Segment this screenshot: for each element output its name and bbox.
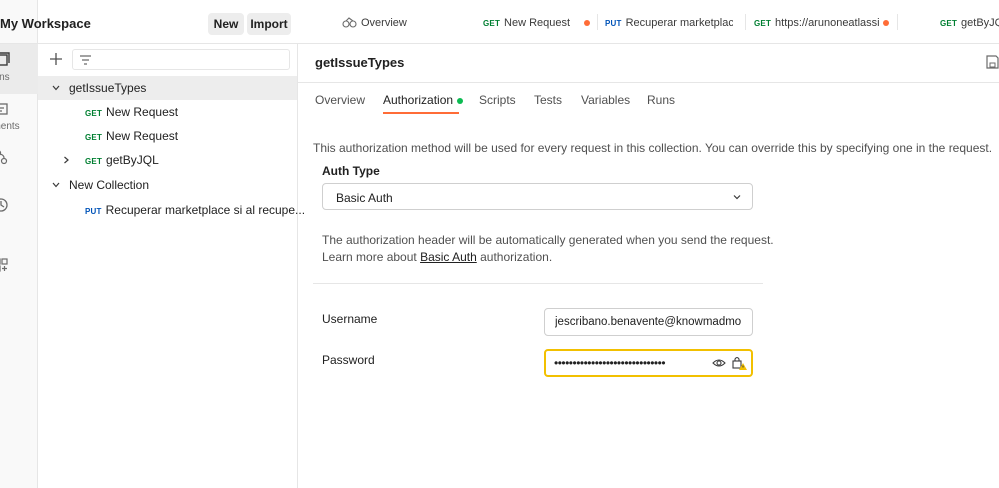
method-badge: GET <box>85 133 103 142</box>
auth-info-line: The authorization header will be automat… <box>322 233 774 247</box>
password-field[interactable]: •••••••••••••••••••••••••••••• <box>544 349 753 377</box>
method-badge: GET <box>940 19 958 28</box>
tree-collection-getissuetypes[interactable]: getIssueTypes <box>38 76 297 100</box>
method-badge: PUT <box>605 19 622 28</box>
tree-label: Recuperar marketplace si al recupe... <box>105 203 306 217</box>
sidebar-search-input[interactable] <box>72 49 290 70</box>
tab-arunoneatlassian[interactable]: GET https://arunoneatlassia <box>754 0 880 44</box>
tree-label: New Request <box>106 129 179 143</box>
flows-icon <box>0 150 8 165</box>
auth-learn-more: Learn more about Basic Auth authorizatio… <box>322 250 552 264</box>
apps-icon <box>0 258 8 272</box>
workspace-title[interactable]: My Workspace <box>0 16 91 31</box>
method-badge: GET <box>85 157 103 166</box>
tree-label: New Collection <box>69 178 150 192</box>
page-title[interactable]: getIssueTypes <box>315 55 404 70</box>
password-value: •••••••••••••••••••••••••••••• <box>554 356 666 370</box>
title-divider <box>298 82 999 83</box>
chevron-down-icon <box>733 195 741 200</box>
rail-item-environments[interactable]: ronments <box>0 96 38 144</box>
method-badge: PUT <box>85 207 102 216</box>
import-button[interactable]: Import <box>247 13 291 35</box>
tree-request[interactable]: GET New Request <box>38 100 297 124</box>
chevron-down-icon[interactable] <box>51 180 61 190</box>
tab-recuperar-marketplace[interactable]: PUTRecuperar marketplace : <box>605 0 733 44</box>
rail-item-flows[interactable]: ows <box>0 146 38 192</box>
auth-type-select[interactable]: Basic Auth <box>322 183 753 210</box>
tab-separator <box>745 14 746 30</box>
chevron-right-icon[interactable] <box>61 155 71 165</box>
tab-label: New Request <box>504 17 571 29</box>
subtab-overview[interactable]: Overview <box>315 93 365 107</box>
subtab-label: Authorization <box>383 93 454 107</box>
username-value: jescribano.benavente@knowmadmo <box>555 316 742 328</box>
method-badge: GET <box>754 19 772 28</box>
password-label: Password <box>322 353 375 367</box>
subtab-authorization[interactable]: Authorization <box>383 93 464 107</box>
auth-description: This authorization method will be used f… <box>313 141 993 155</box>
rail-item-collections[interactable]: ections <box>0 44 38 94</box>
chevron-down-icon[interactable] <box>51 83 61 93</box>
unsaved-dot <box>584 20 590 26</box>
unsaved-dot <box>883 20 889 26</box>
history-icon <box>0 198 8 212</box>
tab-new-request[interactable]: GET New Request <box>483 0 593 44</box>
subtab-scripts[interactable]: Scripts <box>479 93 516 107</box>
active-status-dot <box>457 97 464 104</box>
tree-label: New Request <box>106 105 179 119</box>
overview-icon <box>342 17 357 28</box>
subtab-tests[interactable]: Tests <box>534 93 562 107</box>
tree-request[interactable]: PUT Recuperar marketplace si al recupe... <box>38 198 305 222</box>
auth-type-value: Basic Auth <box>336 191 393 205</box>
learn-more-suffix: authorization. <box>476 250 553 264</box>
tab-label: Overview <box>361 17 407 29</box>
username-label: Username <box>322 312 378 326</box>
new-button[interactable]: New <box>208 13 244 35</box>
filter-icon[interactable] <box>79 54 92 66</box>
lock-warning-icon[interactable] <box>732 355 748 371</box>
auth-type-label: Auth Type <box>322 164 380 178</box>
eye-icon[interactable] <box>712 357 726 369</box>
rail-label-collections: ections <box>0 72 10 83</box>
basic-auth-link[interactable]: Basic Auth <box>420 250 477 264</box>
add-icon[interactable] <box>49 52 63 66</box>
tab-separator <box>897 14 898 30</box>
tree-request[interactable]: GET New Request <box>38 124 297 148</box>
rail-item-apps[interactable] <box>0 256 38 280</box>
save-icon[interactable] <box>986 55 999 69</box>
tab-label: getByJQL <box>961 17 999 29</box>
tree-folder-getbyjql[interactable]: GET getByJQL <box>38 148 297 172</box>
active-subtab-indicator <box>383 112 459 114</box>
tree-label: getIssueTypes <box>69 81 147 95</box>
collections-icon <box>0 52 10 66</box>
tree-label: getByJQL <box>106 153 159 167</box>
tab-label: https://arunoneatlassia <box>775 17 880 29</box>
tab-overview[interactable]: Overview <box>342 0 452 44</box>
method-badge: GET <box>85 109 103 118</box>
left-rail: ections ronments ows tory <box>0 0 38 488</box>
environments-icon <box>0 103 8 115</box>
subtab-runs[interactable]: Runs <box>647 93 675 107</box>
method-badge: GET <box>483 19 501 28</box>
tab-label: Recuperar marketplace : <box>625 17 733 29</box>
section-divider <box>313 283 763 284</box>
username-field[interactable]: jescribano.benavente@knowmadmo <box>544 308 753 336</box>
subtab-variables[interactable]: Variables <box>581 93 630 107</box>
tree-collection-new-collection[interactable]: New Collection <box>38 173 297 197</box>
learn-more-prefix: Learn more about <box>322 250 421 264</box>
rail-item-history[interactable]: tory <box>0 194 38 240</box>
tab-getbyjql[interactable]: GETgetByJQL <box>940 0 999 44</box>
rail-label-environments: ronments <box>0 121 20 132</box>
tab-separator <box>597 14 598 30</box>
